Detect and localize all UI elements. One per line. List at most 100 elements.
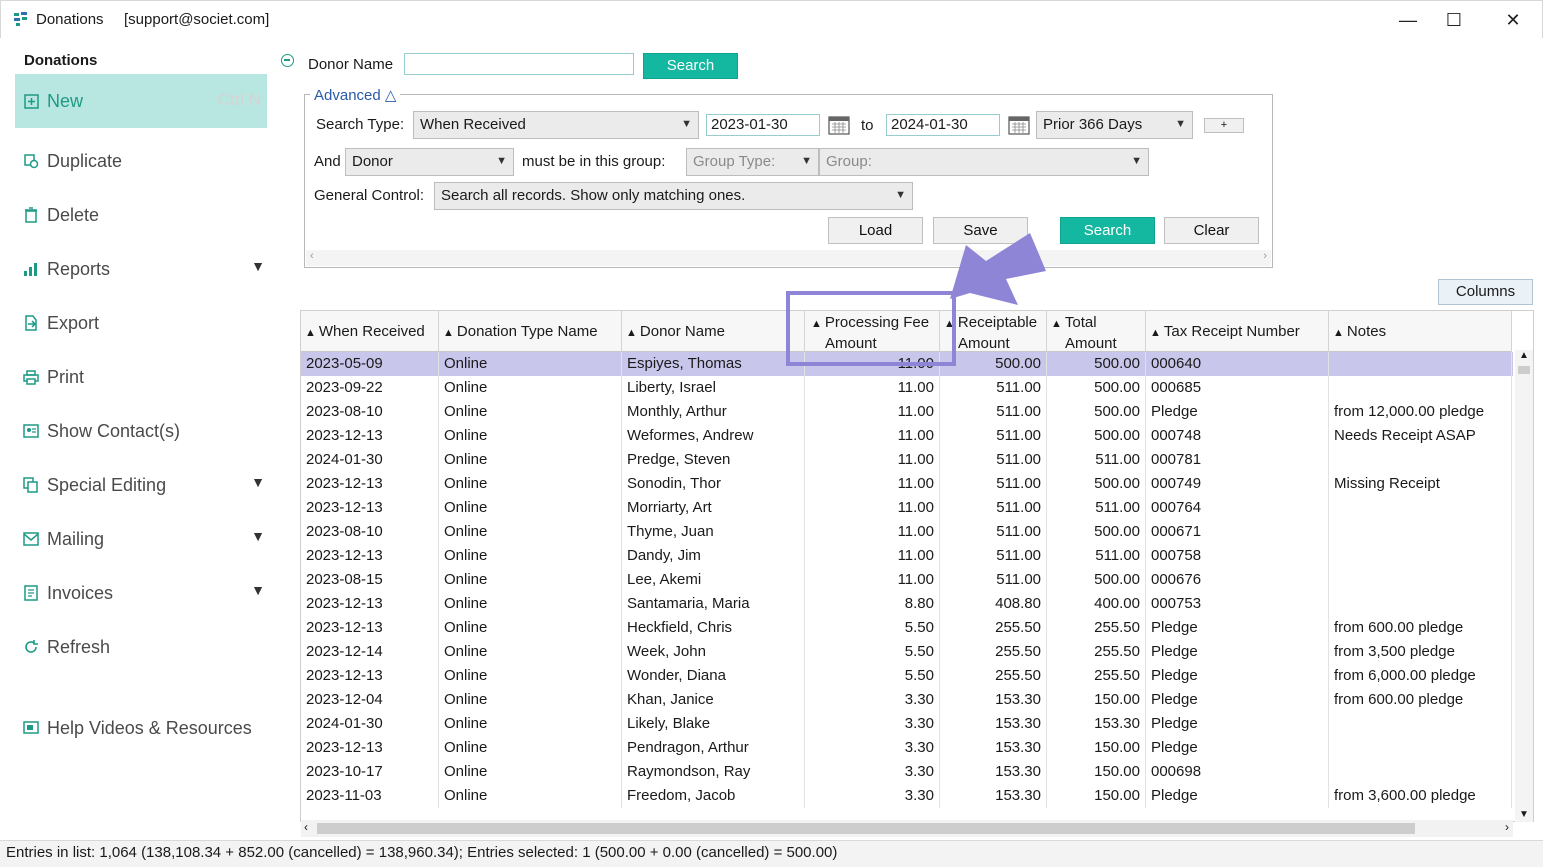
sidebar-item-delete[interactable]: Delete: [15, 188, 267, 242]
cell-notes: [1329, 592, 1512, 616]
clear-button[interactable]: Clear: [1164, 217, 1259, 244]
scroll-thumb[interactable]: [1518, 366, 1530, 374]
and-entity-select[interactable]: Donor ▼: [345, 148, 514, 176]
donor-name-input[interactable]: [404, 53, 634, 75]
sidebar-item-refresh[interactable]: Refresh: [15, 620, 267, 674]
sidebar-item-reports[interactable]: Reports ▼: [15, 242, 267, 296]
advanced-scrollbar[interactable]: ‹ ›: [306, 250, 1271, 266]
cell-receiptable-amount: 153.30: [940, 688, 1047, 712]
date-range-value: Prior 366 Days: [1043, 116, 1143, 133]
cell-receiptable-amount: 511.00: [940, 544, 1047, 568]
search-type-select[interactable]: When Received ▼: [413, 111, 699, 139]
calendar-icon[interactable]: [828, 115, 850, 135]
table-row[interactable]: 2024-01-30 Online Likely, Blake 3.30 153.30 1…: [301, 712, 1513, 736]
date-to-input[interactable]: 2024-01-30: [886, 114, 1000, 136]
scroll-left-icon[interactable]: ‹: [310, 250, 314, 262]
cell-donor-name: Sonodin, Thor: [622, 472, 805, 496]
scroll-up-icon[interactable]: ▲: [1519, 350, 1529, 361]
cell-when-received: 2023-12-13: [301, 424, 439, 448]
header-label: Donor Name: [639, 323, 725, 340]
cell-when-received: 2023-08-15: [301, 568, 439, 592]
date-range-select[interactable]: Prior 366 Days ▼: [1036, 111, 1193, 139]
cell-donation-type: Online: [439, 544, 622, 568]
add-criteria-button[interactable]: +: [1204, 118, 1244, 133]
collapse-search-icon[interactable]: [281, 54, 294, 67]
table-row[interactable]: 2023-12-13 Online Heckfield, Chris 5.50 255.…: [301, 616, 1513, 640]
sidebar-item-print[interactable]: Print: [15, 350, 267, 404]
invoice-icon: [20, 583, 42, 603]
table-row[interactable]: 2023-10-17 Online Raymondson, Ray 3.30 153.3…: [301, 760, 1513, 784]
sidebar-item-help[interactable]: Help Videos & Resources: [15, 701, 267, 755]
column-header-donor-name[interactable]: ▲ Donor Name: [622, 311, 805, 352]
table-row[interactable]: 2023-11-03 Online Freedom, Jacob 3.30 153.30…: [301, 784, 1513, 808]
scroll-right-icon[interactable]: ›: [1505, 820, 1509, 834]
search-button[interactable]: Search: [643, 53, 738, 79]
columns-button[interactable]: Columns: [1438, 279, 1533, 305]
cell-notes: [1329, 520, 1512, 544]
advanced-toggle[interactable]: Advanced △: [310, 86, 401, 104]
duplicate-icon: [20, 151, 42, 171]
cell-donor-name: Pendragon, Arthur: [622, 736, 805, 760]
table-row[interactable]: 2023-12-13 Online Pendragon, Arthur 3.30 153…: [301, 736, 1513, 760]
column-header-tax-receipt[interactable]: ▲ Tax Receipt Number: [1146, 311, 1329, 352]
table-row[interactable]: 2024-01-30 Online Predge, Steven 11.00 511.0…: [301, 448, 1513, 472]
scroll-down-icon[interactable]: ▼: [1519, 809, 1529, 820]
sort-icon: ▲: [1333, 327, 1344, 339]
sidebar-item-mailing[interactable]: Mailing ▼: [15, 512, 267, 566]
search-type-label: Search Type:: [316, 116, 405, 133]
group-select[interactable]: Group: ▼: [819, 148, 1149, 176]
sidebar-item-special-editing[interactable]: Special Editing ▼: [15, 458, 267, 512]
cell-processing-fee: 11.00: [805, 448, 940, 472]
cell-processing-fee: 11.00: [805, 472, 940, 496]
minimize-button[interactable]: —: [1385, 7, 1431, 33]
table-row[interactable]: 2023-12-13 Online Dandy, Jim 11.00 511.00 511…: [301, 544, 1513, 568]
cell-processing-fee: 5.50: [805, 616, 940, 640]
cell-receiptable-amount: 255.50: [940, 616, 1047, 640]
table-row[interactable]: 2023-12-04 Online Khan, Janice 3.30 153.30 15…: [301, 688, 1513, 712]
sidebar-item-show-contacts[interactable]: Show Contact(s): [15, 404, 267, 458]
cell-donor-name: Lee, Akemi: [622, 568, 805, 592]
table-row[interactable]: 2023-12-13 Online Weformes, Andrew 11.00 511…: [301, 424, 1513, 448]
general-control-select[interactable]: Search all records. Show only matching o…: [434, 182, 913, 210]
cell-total-amount: 500.00: [1047, 472, 1146, 496]
table-row[interactable]: 2023-12-13 Online Sonodin, Thor 11.00 511.00…: [301, 472, 1513, 496]
cell-tax-receipt: Pledge: [1146, 736, 1329, 760]
scroll-right-icon[interactable]: ›: [1263, 250, 1267, 262]
table-row[interactable]: 2023-12-13 Online Santamaria, Maria 8.80 408…: [301, 592, 1513, 616]
load-button[interactable]: Load: [828, 217, 923, 244]
cell-donation-type: Online: [439, 592, 622, 616]
cell-when-received: 2023-08-10: [301, 520, 439, 544]
table-row[interactable]: 2023-08-15 Online Lee, Akemi 11.00 511.00 500…: [301, 568, 1513, 592]
group-type-select[interactable]: Group Type: ▼: [686, 148, 819, 176]
column-header-notes[interactable]: ▲ Notes: [1329, 311, 1512, 352]
table-row[interactable]: 2023-09-22 Online Liberty, Israel 11.00 511.…: [301, 376, 1513, 400]
table-horizontal-scrollbar[interactable]: ‹ ›: [301, 820, 1513, 837]
advanced-search-button[interactable]: Search: [1060, 217, 1155, 244]
column-header-donation-type[interactable]: ▲ Donation Type Name: [439, 311, 622, 352]
sidebar-item-invoices[interactable]: Invoices ▼: [15, 566, 267, 620]
calendar-icon[interactable]: [1008, 115, 1030, 135]
date-from-input[interactable]: 2023-01-30: [706, 114, 820, 136]
maximize-button[interactable]: ☐: [1431, 7, 1477, 33]
cell-processing-fee: 11.00: [805, 376, 940, 400]
contact-card-icon: [20, 421, 42, 441]
column-header-total[interactable]: ▲ Total Amount: [1047, 311, 1146, 352]
sidebar-item-new[interactable]: New Ctrl N: [15, 74, 267, 128]
table-row[interactable]: 2023-12-14 Online Week, John 5.50 255.50 255.…: [301, 640, 1513, 664]
close-button[interactable]: ✕: [1490, 7, 1536, 33]
scroll-thumb[interactable]: [317, 823, 1415, 834]
cell-total-amount: 500.00: [1047, 568, 1146, 592]
table-row[interactable]: 2023-12-13 Online Wonder, Diana 5.50 255.50 2…: [301, 664, 1513, 688]
sidebar-item-export[interactable]: Export: [15, 296, 267, 350]
column-header-when-received[interactable]: ▲ When Received: [301, 311, 439, 352]
scroll-left-icon[interactable]: ‹: [304, 820, 308, 834]
cell-notes: [1329, 544, 1512, 568]
table-row[interactable]: 2023-08-10 Online Monthly, Arthur 11.00 511.…: [301, 400, 1513, 424]
table-row[interactable]: 2023-12-13 Online Morriarty, Art 11.00 511.0…: [301, 496, 1513, 520]
cell-total-amount: 500.00: [1047, 376, 1146, 400]
cell-total-amount: 255.50: [1047, 616, 1146, 640]
column-header-receiptable[interactable]: ▲ Receiptable Amount: [940, 311, 1047, 352]
table-row[interactable]: 2023-08-10 Online Thyme, Juan 11.00 511.00 50…: [301, 520, 1513, 544]
table-vertical-scrollbar[interactable]: ▲ ▼: [1515, 350, 1533, 822]
sidebar-item-duplicate[interactable]: Duplicate: [15, 134, 267, 188]
